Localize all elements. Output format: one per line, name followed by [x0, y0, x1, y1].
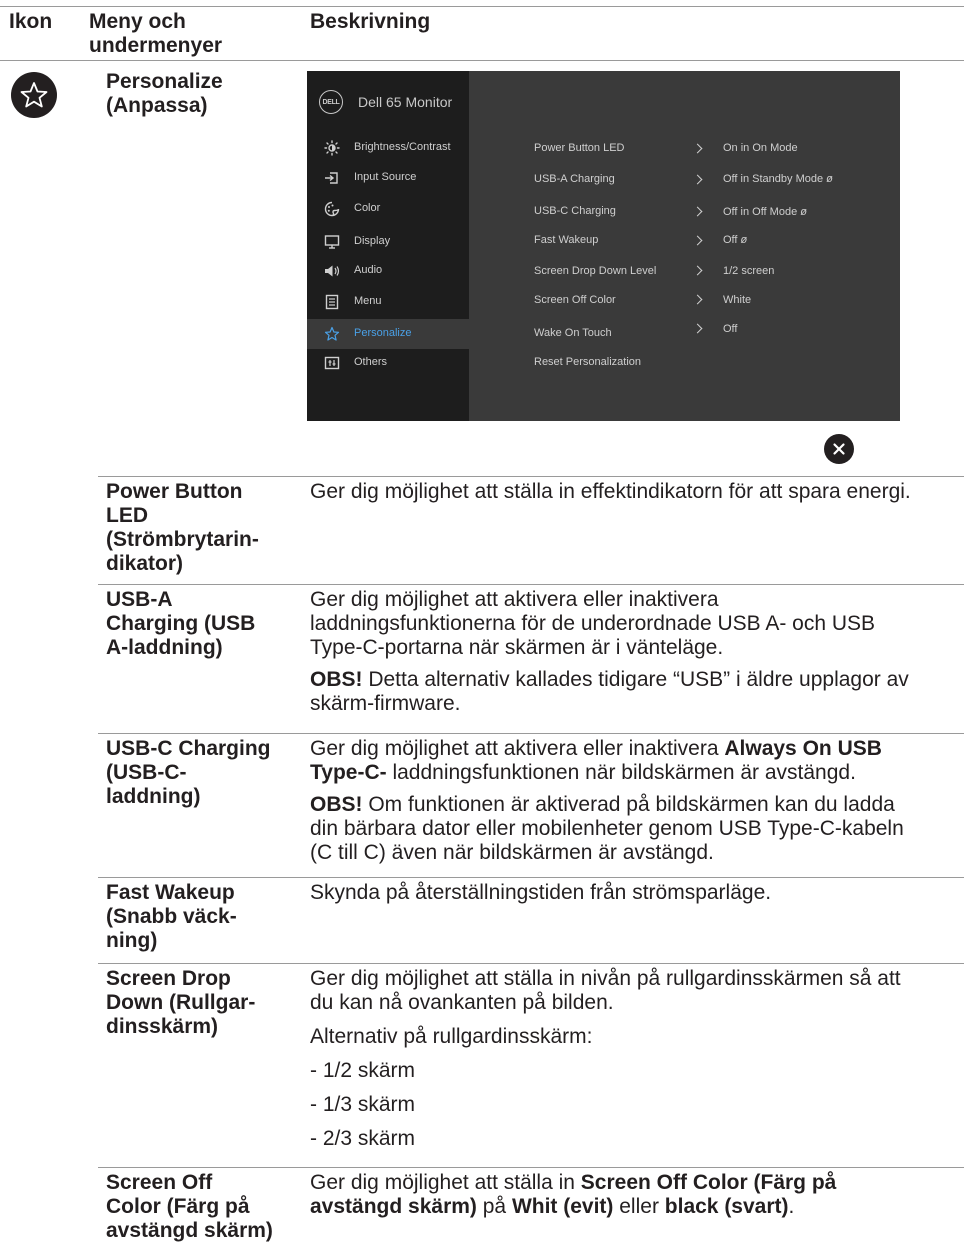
osd-option-reset-personalization[interactable]: Reset Personalization: [534, 356, 641, 368]
row-label-screen-drop-down: Screen Drop Down (Rullgar-dinsskärm): [106, 967, 256, 1038]
display-icon: [324, 235, 340, 249]
osd-menu-label: Menu: [354, 295, 382, 307]
header-bottom-rule: [0, 60, 964, 61]
osd-menu-personalize[interactable]: Personalize: [307, 319, 469, 349]
osd-menu-label: Personalize: [354, 327, 412, 339]
menu-icon: [325, 294, 339, 310]
osd-option-value: On in On Mode: [723, 142, 798, 154]
row-label-usb-a-charging: USB-A Charging (USB A-laddning): [106, 588, 256, 659]
star-icon: [11, 72, 57, 118]
osd-option-value: Off in Standby Mode ø: [723, 173, 833, 185]
row-label-fast-wakeup: Fast Wakeup (Snabb väck-ning): [106, 881, 237, 952]
osd-option-fast-wakeup[interactable]: Fast Wakeup: [534, 234, 598, 246]
row-label-power-button-led: Power Button LED (Strömbrytarin-dikator): [106, 480, 259, 575]
osd-option-value: White: [723, 294, 752, 306]
column-header-icon: Ikon: [9, 10, 53, 33]
osd-option-value: Off in Off Mode ø: [723, 206, 807, 218]
close-icon[interactable]: [824, 434, 854, 464]
row-description: Ger dig möjlighet att aktivera eller ina…: [310, 588, 909, 715]
osd-option-power-button-led[interactable]: Power Button LED: [534, 142, 625, 154]
osd-menu-label: Input Source: [354, 171, 417, 183]
osd-option-usb-a-charging[interactable]: USB-A Charging: [534, 173, 615, 185]
row-description: Skynda på återställningstiden från ström…: [310, 881, 772, 904]
row-description: Ger dig möjlighet att aktivera eller ina…: [310, 737, 904, 864]
osd-menu-input-source[interactable]: Input Source: [307, 163, 469, 193]
row-divider: [98, 877, 964, 878]
color-icon: [324, 201, 340, 217]
audio-icon: [325, 265, 340, 277]
osd-options-panel: [469, 71, 900, 421]
osd-menu-others[interactable]: Others: [307, 348, 469, 378]
row-divider: [98, 1167, 964, 1168]
dell-logo: DELL: [319, 90, 343, 114]
row-description: Ger dig möjlighet att ställa in nivån på…: [310, 967, 901, 1150]
lock-icon: ø: [740, 234, 748, 246]
osd-title: Dell 65 Monitor: [358, 94, 453, 110]
osd-menu-label: Display: [354, 235, 391, 247]
osd-menu-audio[interactable]: Audio: [307, 256, 469, 286]
column-header-description: Beskrivning: [310, 10, 431, 33]
input-source-icon: [325, 172, 338, 184]
row-divider: [98, 476, 964, 477]
header-top-rule: [0, 6, 964, 7]
row-description: Ger dig möjlighet att ställa in effektin…: [310, 480, 911, 503]
row-divider: [98, 963, 964, 964]
osd-menu-display[interactable]: Display: [307, 227, 469, 257]
row-label-screen-off-color: Screen Off Color (Färg på avstängd skärm): [106, 1171, 273, 1242]
row-divider: [98, 584, 964, 585]
osd-menu-menu[interactable]: Menu: [307, 287, 469, 317]
osd-menu-brightness-contrast[interactable]: Brightness/Contrast: [307, 133, 469, 163]
osd-option-screen-drop-down-level[interactable]: Screen Drop Down Level: [534, 265, 656, 277]
osd-option-value: Off ø: [723, 234, 748, 246]
osd-menu-color[interactable]: Color: [307, 194, 469, 224]
others-icon: [324, 356, 340, 370]
osd-option-usb-c-charging[interactable]: USB-C Charging: [534, 205, 616, 217]
osd-menu-label: Color: [354, 202, 381, 214]
osd-option-screen-off-color[interactable]: Screen Off Color: [534, 294, 616, 306]
row-description: Ger dig möjlighet att ställa in Screen O…: [310, 1171, 837, 1218]
column-header-menu: Meny och undermenyer: [89, 10, 223, 57]
star-icon: [324, 326, 340, 341]
lock-icon: ø: [800, 206, 807, 218]
lock-icon: ø: [826, 173, 833, 185]
osd-option-value: 1/2 screen: [723, 265, 775, 277]
osd-option-wake-on-touch[interactable]: Wake On Touch: [534, 327, 612, 339]
brightness-icon: [324, 140, 340, 156]
row-divider: [98, 733, 964, 734]
section-title: Personalize (Anpassa): [106, 70, 223, 117]
osd-menu-screenshot: DELL Dell 65 Monitor Brightness/Contrast…: [307, 71, 900, 421]
row-label-usb-c-charging: USB-C Charging (USB-C-laddning): [106, 737, 271, 808]
osd-menu-label: Others: [354, 356, 388, 368]
osd-option-value: Off: [723, 323, 738, 335]
osd-menu-label: Brightness/Contrast: [354, 141, 451, 153]
osd-menu-label: Audio: [354, 264, 383, 276]
